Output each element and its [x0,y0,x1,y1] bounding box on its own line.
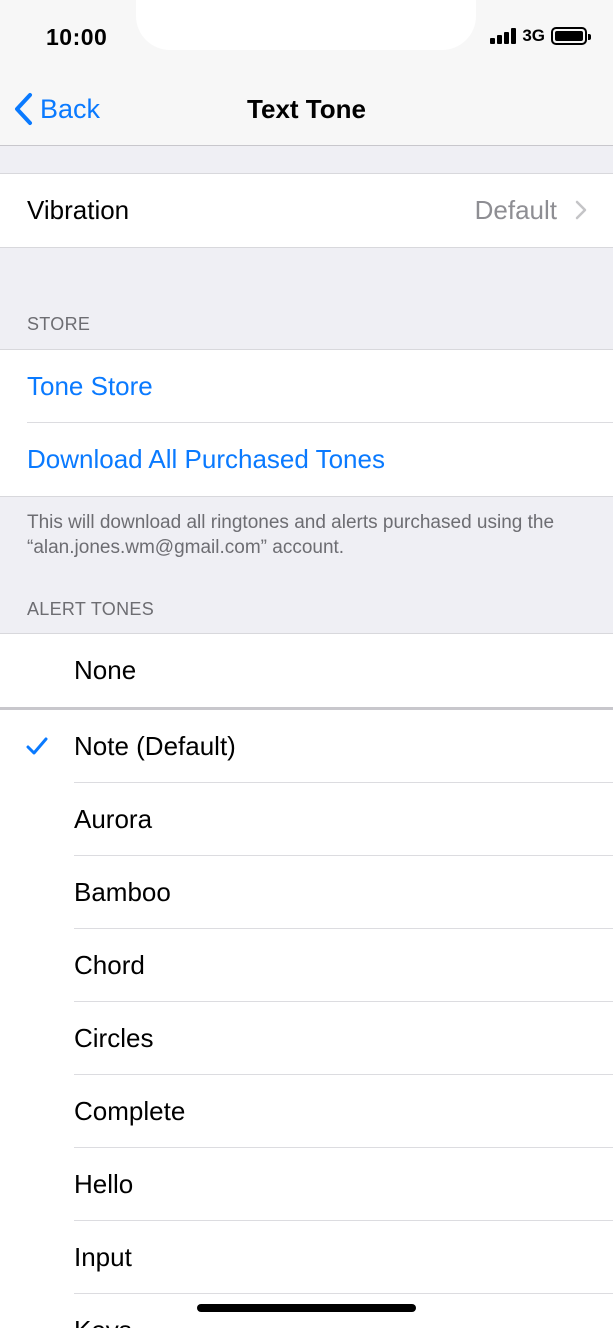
tone-label: Chord [74,950,145,980]
store-footer-text: This will download all ringtones and ale… [27,512,555,558]
tone-row[interactable]: Circles [0,1002,613,1075]
tone-label: Complete [74,1096,186,1126]
status-indicators: 3G [490,26,591,46]
page-title: Text Tone [247,94,366,124]
navigation-bar: Back Text Tone [0,74,613,146]
tone-label: Keys [74,1315,132,1328]
tone-store-link: Tone Store [27,371,153,401]
tone-label: Bamboo [74,877,171,907]
tone-row[interactable]: Aurora [0,783,613,856]
chevron-right-icon [575,200,587,220]
tone-label: Note (Default) [74,731,236,761]
tone-row[interactable]: Input [0,1221,613,1294]
tone-label: None [74,655,137,685]
download-all-row[interactable]: Download All Purchased Tones [0,423,613,496]
tone-label: Aurora [74,804,153,834]
vibration-group: Vibration Default [0,173,613,248]
none-tone-group: None [0,633,613,707]
screen: 10:00 3G Back Text Tone Vibration Defaul… [0,0,613,1328]
notch [136,0,476,50]
battery-icon [551,27,591,45]
vibration-row[interactable]: Vibration Default [0,174,613,247]
tone-label: Circles [74,1023,154,1053]
checkmark-icon [26,737,48,755]
status-bar: 10:00 3G [0,0,613,74]
tone-row[interactable]: Bamboo [0,856,613,929]
vibration-label: Vibration [27,195,130,225]
download-all-link: Download All Purchased Tones [27,444,385,474]
store-section-header: STORE [27,314,91,334]
tone-row-selected[interactable]: Note (Default) [0,710,613,783]
tone-row[interactable]: Hello [0,1148,613,1221]
tone-label: Input [74,1242,132,1272]
tone-row[interactable]: Complete [0,1075,613,1148]
tone-label: Hello [74,1169,134,1199]
tone-store-row[interactable]: Tone Store [0,350,613,423]
tone-row[interactable]: Chord [0,929,613,1002]
home-indicator[interactable] [197,1304,416,1312]
alert-tones-section-header: ALERT TONES [27,599,155,619]
vibration-value: Default [474,195,557,225]
tone-row-none[interactable]: None [0,634,613,707]
status-time: 10:00 [46,24,108,50]
network-type: 3G [522,26,545,45]
alert-tones-list: Note (Default) Aurora Bamboo Chord Circl… [0,710,613,1328]
store-group: Tone Store Download All Purchased Tones [0,349,613,497]
signal-icon [490,28,517,44]
